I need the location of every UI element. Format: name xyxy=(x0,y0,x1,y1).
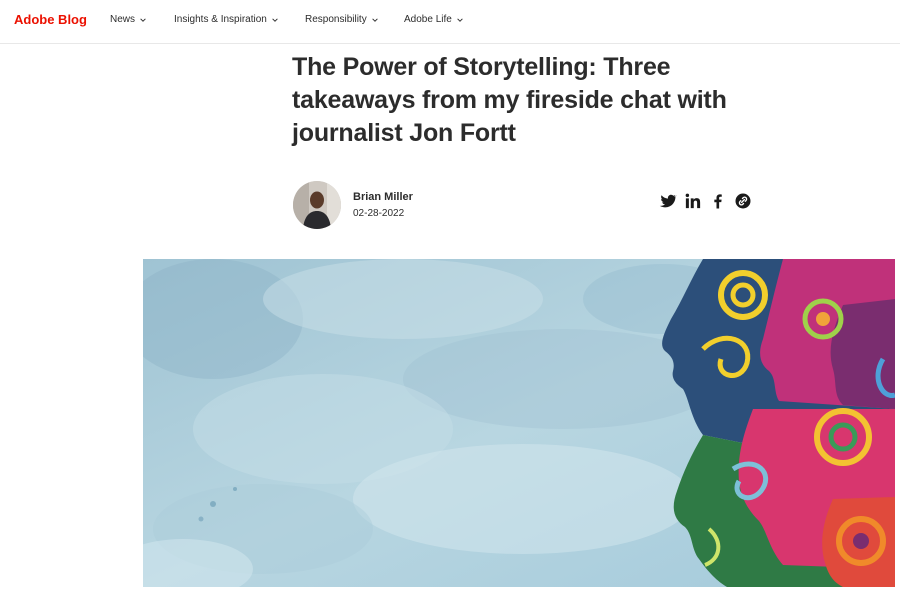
twitter-icon[interactable] xyxy=(659,192,677,210)
author-photo xyxy=(293,181,341,229)
linkedin-icon[interactable] xyxy=(684,192,702,210)
copy-link-icon[interactable] xyxy=(734,192,752,210)
nav-item-adobe-life[interactable]: Adobe Life xyxy=(404,14,464,25)
chevron-down-icon xyxy=(140,17,146,22)
chevron-down-icon xyxy=(272,17,278,22)
chevron-down-icon xyxy=(457,17,463,22)
top-nav: Adobe Blog News Insights & Inspiration R… xyxy=(0,0,900,44)
article-title: The Power of Storytelling: Three takeawa… xyxy=(292,53,727,147)
nav-item-label: Insights & Inspiration xyxy=(174,14,267,25)
author-name[interactable]: Brian Miller xyxy=(353,191,413,203)
facebook-icon[interactable] xyxy=(709,192,727,210)
hero-illustration xyxy=(143,259,895,587)
chevron-down-icon xyxy=(371,17,378,22)
nav-item-insights[interactable]: Insights & Inspiration xyxy=(174,14,279,25)
share-bar xyxy=(659,192,752,210)
nav-item-label: Adobe Life xyxy=(404,14,452,25)
hero-image xyxy=(143,259,895,587)
nav-item-responsibility[interactable]: Responsibility xyxy=(305,14,379,25)
author-avatar[interactable] xyxy=(293,181,341,229)
nav-item-news[interactable]: News xyxy=(110,14,147,25)
brand-logo-link[interactable]: Adobe Blog xyxy=(14,12,87,27)
publish-date: 02-28-2022 xyxy=(353,208,405,219)
nav-item-label: Responsibility xyxy=(305,14,367,25)
nav-item-label: News xyxy=(110,14,136,25)
